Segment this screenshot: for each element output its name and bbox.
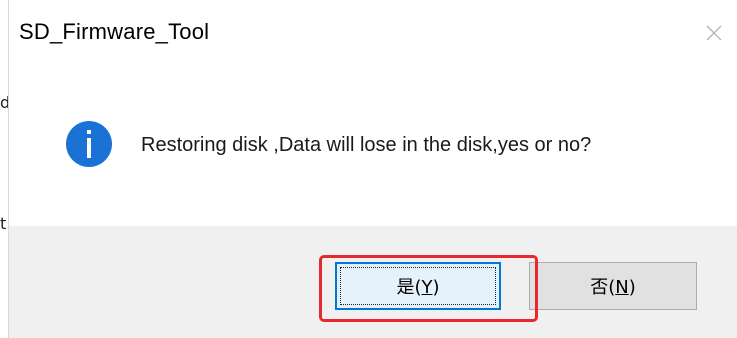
screen: d t SD_Firmware_Tool Restoring disk ,Dat…: [0, 0, 737, 338]
focus-ring: [340, 267, 496, 305]
no-button-label: 否(N): [590, 277, 636, 298]
close-button[interactable]: [691, 10, 737, 56]
close-icon: [706, 25, 722, 41]
title-bar[interactable]: SD_Firmware_Tool: [9, 0, 737, 62]
info-icon: [66, 121, 112, 167]
message-dialog: SD_Firmware_Tool Restoring disk ,Data wi…: [8, 0, 737, 338]
window-title: SD_Firmware_Tool: [19, 19, 210, 44]
yes-button[interactable]: 是(Y): [335, 262, 501, 310]
dialog-message: Restoring disk ,Data will lose in the di…: [141, 134, 592, 156]
no-button[interactable]: 否(N): [529, 262, 697, 310]
background-text-fragment: t: [0, 214, 7, 233]
dialog-content: Restoring disk ,Data will lose in the di…: [9, 62, 737, 226]
button-bar: 是(Y) 否(N): [9, 226, 737, 338]
